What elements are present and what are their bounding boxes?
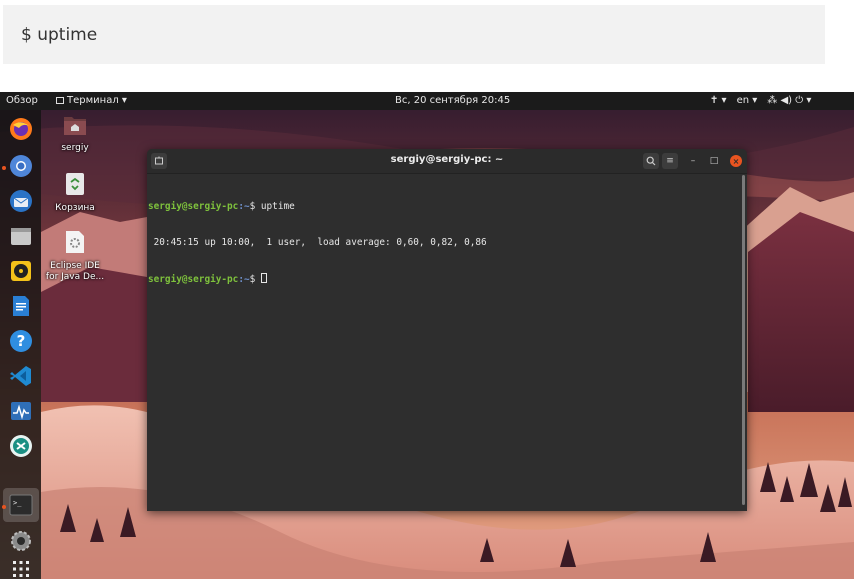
system-menu[interactable]: ⁂ ◀) ⏻ ▾	[767, 95, 811, 106]
terminal-line: sergiy@sergiy-pc:~$	[148, 273, 741, 285]
rhythmbox-icon[interactable]	[8, 258, 34, 284]
desktop-icon-label-line1: Eclipse IDE	[50, 261, 100, 271]
desktop-icon-label-line2: for Java De...	[45, 272, 105, 282]
system-monitor-icon[interactable]	[8, 398, 34, 424]
chromium-icon[interactable]	[8, 153, 34, 179]
svg-text:?: ?	[17, 332, 26, 350]
code-command: $ uptime	[21, 24, 98, 45]
svg-text:>_: >_	[13, 499, 22, 507]
language-indicator[interactable]: en ▾	[737, 95, 758, 106]
libreoffice-writer-icon[interactable]	[8, 293, 34, 319]
search-icon	[646, 156, 656, 166]
terminal-line: sergiy@sergiy-pc:~$ uptime	[148, 201, 741, 213]
text-cursor	[260, 273, 267, 283]
prompt-path: :~	[238, 274, 250, 285]
system-tray: ✝ ▾ en ▾ ⁂ ◀) ⏻ ▾	[710, 95, 811, 106]
vscode-icon[interactable]	[8, 363, 34, 389]
prompt-user: sergiy@sergiy-pc	[148, 201, 239, 212]
home-folder-icon	[40, 114, 110, 140]
desktop-icon-label: Корзина	[55, 203, 95, 213]
activities-button[interactable]: Обзор	[6, 95, 38, 106]
terminal-headerbar[interactable]: sergiy@sergiy-pc: ~ ≡ – □ ×	[147, 149, 747, 174]
desktop-home-folder[interactable]: sergiy	[40, 114, 110, 154]
terminal-app-icon	[56, 97, 64, 104]
trash-icon	[40, 172, 110, 200]
prompt-command: $	[249, 274, 261, 285]
dock: ? >_	[0, 110, 41, 579]
files-icon[interactable]	[8, 223, 34, 249]
terminal-icon[interactable]: >_	[8, 492, 34, 518]
minimize-icon: –	[690, 156, 696, 166]
maximize-icon: □	[709, 156, 719, 166]
app-menu[interactable]: Терминал ▾	[56, 95, 127, 106]
terminal-scrollbar[interactable]	[742, 175, 745, 505]
prompt-command: $ uptime	[249, 201, 295, 212]
thunderbird-icon[interactable]	[8, 188, 34, 214]
settings-icon[interactable]	[8, 528, 34, 554]
code-block: $ uptime	[3, 5, 825, 64]
show-applications-icon[interactable]	[8, 556, 34, 579]
command-output: 20:45:15 up 10:00, 1 user, load average:…	[148, 237, 487, 248]
minimize-button[interactable]: –	[685, 153, 701, 169]
help-icon[interactable]: ?	[8, 328, 34, 354]
maximize-button[interactable]: □	[706, 153, 722, 169]
dock-running-indicator-terminal	[2, 505, 6, 509]
desktop-screenshot: Обзор Терминал ▾ Вс, 20 сентября 20:45 ✝…	[0, 92, 854, 579]
terminal-line: 20:45:15 up 10:00, 1 user, load average:…	[148, 237, 741, 249]
xmind-icon[interactable]	[8, 433, 34, 459]
desktop-trash[interactable]: Корзина	[40, 172, 110, 214]
close-button[interactable]: ×	[730, 155, 742, 167]
prompt-user: sergiy@sergiy-pc	[148, 274, 239, 285]
terminal-window[interactable]: sergiy@sergiy-pc: ~ ≡ – □ × sergiy@sergi…	[147, 149, 747, 511]
prompt-path: :~	[238, 201, 250, 212]
menu-button[interactable]: ≡	[662, 153, 678, 169]
clock[interactable]: Вс, 20 сентября 20:45	[395, 95, 510, 106]
accessibility-menu[interactable]: ✝ ▾	[710, 95, 727, 106]
firefox-icon[interactable]	[8, 116, 34, 142]
desktop-eclipse-launcher[interactable]: Eclipse IDE for Java De...	[40, 230, 110, 283]
search-button[interactable]	[643, 153, 659, 169]
hamburger-icon: ≡	[666, 156, 674, 166]
close-icon: ×	[732, 156, 740, 166]
dock-running-indicator	[2, 166, 6, 170]
app-menu-label: Терминал ▾	[67, 95, 127, 106]
desktop-icon-label: sergiy	[61, 143, 89, 153]
top-bar: Обзор Терминал ▾ Вс, 20 сентября 20:45 ✝…	[0, 92, 854, 110]
terminal-output[interactable]: sergiy@sergiy-pc:~$ uptime 20:45:15 up 1…	[147, 174, 741, 511]
launcher-file-icon	[40, 230, 110, 258]
